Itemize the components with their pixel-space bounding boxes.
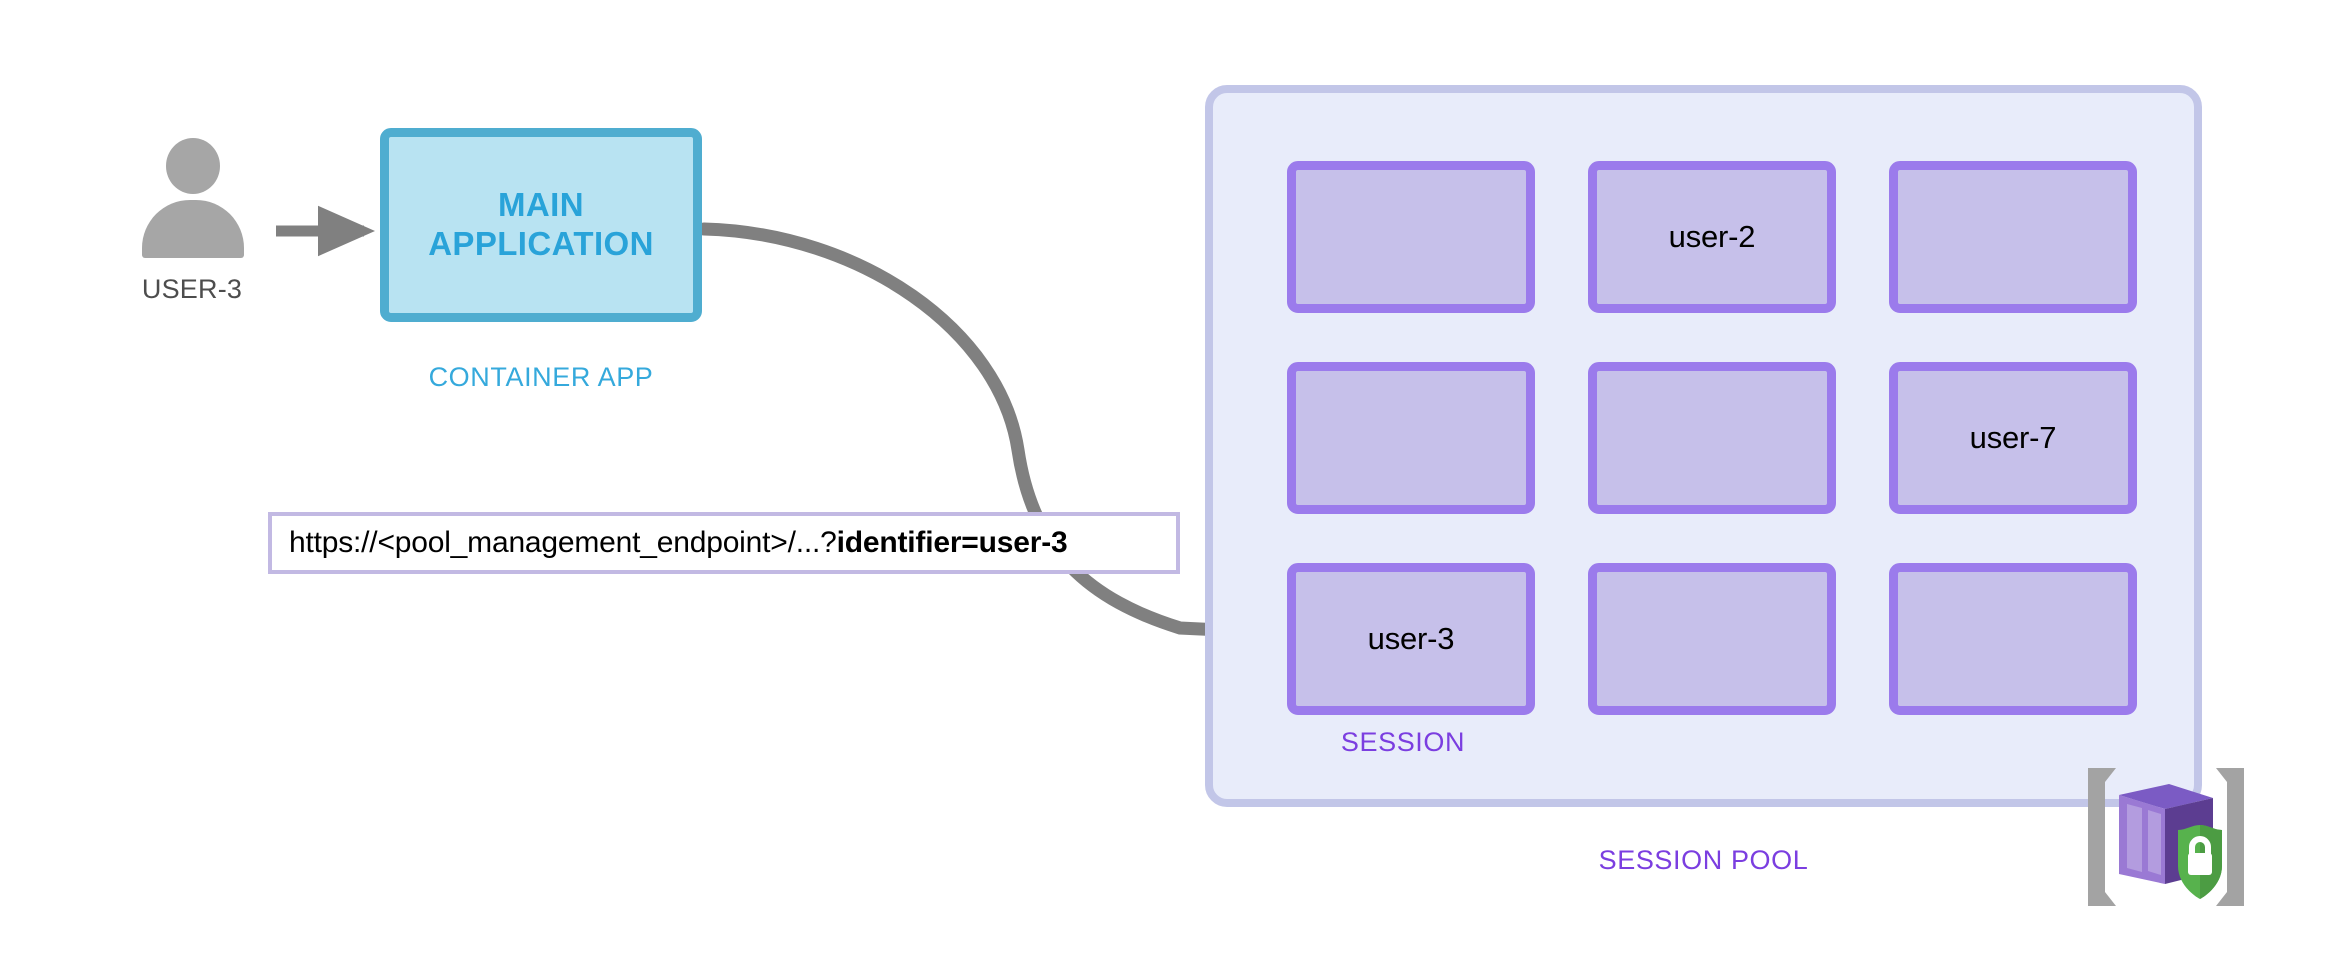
main-application-label: MAIN APPLICATION [428,186,654,264]
session-box[interactable] [1287,362,1535,514]
session-box[interactable] [1588,362,1836,514]
session-box[interactable]: user-2 [1588,161,1836,313]
person-body-icon [142,200,244,258]
session-box[interactable] [1287,161,1535,313]
url-callout-text: https://<pool_management_endpoint>/...?i… [289,526,1068,560]
main-application-box[interactable]: MAIN APPLICATION [380,128,702,322]
session-grid: user-2 user-7 user-3 [1287,161,2137,715]
person-icon [127,138,257,258]
session-pool-container: user-2 user-7 user-3 [1205,85,2202,807]
bracket-left-icon [2088,768,2116,906]
session-box[interactable] [1889,161,2137,313]
session-box-label: user-2 [1668,219,1756,254]
session-box[interactable] [1889,563,2137,715]
user-actor: USER-3 [112,138,272,328]
session-box-label: user-3 [1367,621,1455,656]
url-callout-box: https://<pool_management_endpoint>/...?i… [268,512,1180,574]
main-application-line2: APPLICATION [428,225,654,262]
person-head-icon [166,138,220,194]
url-prefix: https://<pool_management_endpoint>/...? [289,526,837,559]
main-application-line1: MAIN [498,186,584,224]
diagram-canvas: USER-3 MAIN APPLICATION CONTAINER APP ht… [0,0,2332,972]
security-shield-icon [2178,825,2222,899]
container-app-caption: CONTAINER APP [428,362,654,392]
session-pool-caption: SESSION POOL [1598,845,1809,875]
azure-container-apps-dynamic-sessions-icon [2088,768,2244,906]
session-box-label: user-7 [1969,420,2057,455]
session-box-user-3[interactable]: user-3 [1287,563,1535,715]
url-emphasis: identifier=user-3 [836,526,1068,559]
session-box[interactable]: user-7 [1889,362,2137,514]
session-caption: SESSION [1340,727,1466,757]
user-label: USER-3 [141,274,243,304]
session-box[interactable] [1588,563,1836,715]
